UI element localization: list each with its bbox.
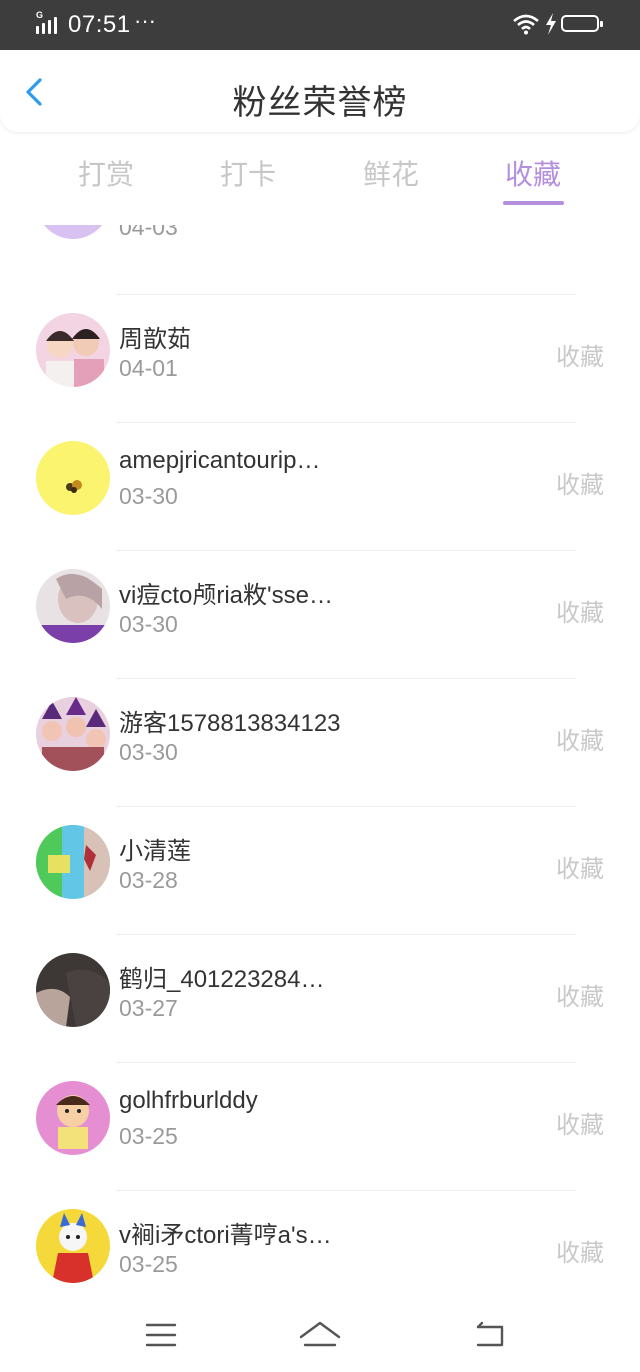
list-item-date: 03-30 bbox=[119, 739, 178, 765]
list-item-name: golhfrburlddy bbox=[119, 1087, 258, 1114]
favorite-label: 收藏 bbox=[556, 344, 604, 371]
list-item[interactable]: 游客1578813834123 03-30 收藏 bbox=[0, 679, 640, 807]
favorite-label: 收藏 bbox=[556, 1240, 604, 1267]
battery-icon: 91 bbox=[561, 15, 603, 32]
avatar bbox=[36, 569, 110, 643]
list-item-date: 03-25 bbox=[119, 1123, 178, 1149]
list-item[interactable]: v裥i矛ctori菁哼a's… 03-25 收藏 bbox=[0, 1191, 640, 1297]
tab-active-indicator bbox=[503, 201, 564, 205]
list-item-date: 03-27 bbox=[119, 995, 178, 1021]
list-item[interactable]: golhfrburlddy 03-25 收藏 bbox=[0, 1063, 640, 1191]
wifi-icon bbox=[513, 14, 539, 35]
home-icon[interactable] bbox=[297, 1317, 343, 1353]
list-item[interactable]: vi痘cto颅ria敉'sse… 03-30 收藏 bbox=[0, 551, 640, 679]
list-item-name: v裥i矛ctori菁哼a's… bbox=[119, 1222, 332, 1249]
tab-bar: 打赏 打卡 鲜花 收藏 bbox=[0, 140, 640, 210]
list-item-date: 04-03 bbox=[119, 225, 178, 240]
menu-icon[interactable] bbox=[141, 1317, 181, 1353]
avatar bbox=[36, 1209, 110, 1283]
list-item-date: 03-30 bbox=[119, 483, 178, 509]
tab-reward[interactable]: 打赏 bbox=[46, 153, 166, 193]
list-item[interactable]: 鹤归_401223284… 03-27 收藏 bbox=[0, 935, 640, 1063]
page-title: 粉丝荣誉榜 bbox=[232, 84, 408, 122]
list-item-name: 小清莲 bbox=[119, 838, 191, 865]
list-item-date: 04-01 bbox=[119, 355, 178, 381]
signal-icon: G bbox=[36, 10, 62, 34]
list-item[interactable]: 小清莲 03-28 收藏 bbox=[0, 807, 640, 935]
tab-checkin[interactable]: 打卡 bbox=[188, 153, 308, 193]
favorite-label: 收藏 bbox=[556, 856, 604, 883]
header: 粉丝荣誉榜 bbox=[0, 50, 640, 132]
favorite-label: 收藏 bbox=[556, 1112, 604, 1139]
avatar bbox=[36, 953, 110, 1027]
list-item-name: 鹤归_401223284… bbox=[119, 966, 325, 993]
favorite-label: 收藏 bbox=[556, 984, 604, 1011]
network-type: G bbox=[36, 10, 44, 20]
list-item[interactable]: 04-03 收藏 bbox=[0, 225, 640, 295]
favorite-label: 收藏 bbox=[556, 600, 604, 627]
list-item-name: vi痘cto颅ria敉'sse… bbox=[119, 582, 333, 609]
list-item-date: 03-30 bbox=[119, 611, 178, 637]
list-item-name: 游客1578813834123 bbox=[119, 710, 341, 737]
status-time: 07:51 bbox=[68, 11, 131, 38]
favorite-label: 收藏 bbox=[556, 472, 604, 499]
battery-level: 91 bbox=[572, 16, 588, 31]
avatar bbox=[36, 313, 110, 387]
avatar bbox=[36, 825, 110, 899]
avatar bbox=[36, 441, 110, 515]
fan-list: 04-03 收藏 周歆茹 04-01 收藏 amepjricantourip… … bbox=[0, 225, 640, 1297]
list-item-date: 03-28 bbox=[119, 867, 178, 893]
list-item-name: 周歆茹 bbox=[119, 326, 191, 353]
list-item-date: 03-25 bbox=[119, 1251, 178, 1277]
tab-flowers[interactable]: 鲜花 bbox=[331, 153, 451, 193]
list-item[interactable]: 周歆茹 04-01 收藏 bbox=[0, 295, 640, 423]
avatar bbox=[36, 1081, 110, 1155]
charging-icon bbox=[546, 13, 556, 35]
status-dots: ··· bbox=[134, 8, 156, 33]
avatar bbox=[36, 225, 110, 239]
list-item-name: amepjricantourip… bbox=[119, 447, 321, 474]
favorite-label: 收藏 bbox=[556, 728, 604, 755]
system-nav-bar bbox=[0, 1297, 640, 1372]
avatar bbox=[36, 697, 110, 771]
list-item[interactable]: amepjricantourip… 03-30 收藏 bbox=[0, 423, 640, 551]
back-icon[interactable] bbox=[470, 1317, 510, 1353]
tab-favorites[interactable]: 收藏 bbox=[473, 153, 593, 193]
status-bar: G 07:51 ··· 91 bbox=[0, 0, 640, 50]
